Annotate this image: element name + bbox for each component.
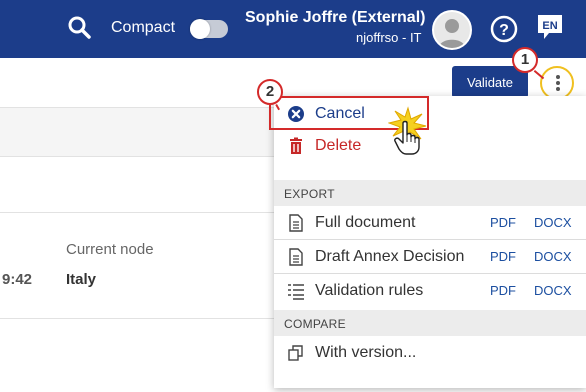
hand-pointer-icon — [394, 120, 420, 155]
user-silhouette-icon — [439, 19, 465, 48]
delete-label: Delete — [315, 137, 362, 154]
current-node-value: Italy — [66, 271, 97, 288]
menu-item-export[interactable]: Validation rules PDF DOCX — [274, 274, 586, 308]
pdf-link[interactable]: PDF — [490, 283, 516, 298]
compact-toggle[interactable] — [190, 19, 228, 39]
step-2-callout: 2 — [257, 79, 283, 105]
document-icon — [289, 248, 303, 266]
menu-item-export[interactable]: Full document PDF DOCX — [274, 206, 586, 240]
export-section-header: EXPORT — [274, 180, 586, 206]
more-dot — [556, 75, 560, 79]
language-code: EN — [542, 20, 557, 32]
export-item-label: Draft Annex Decision — [315, 248, 465, 265]
compact-label: Compact — [111, 19, 176, 36]
menu-item-export[interactable]: Draft Annex Decision PDF DOCX — [274, 240, 586, 274]
export-item-label: Full document — [315, 214, 416, 231]
docx-link[interactable]: DOCX — [534, 249, 572, 264]
compare-versions-icon — [288, 345, 303, 361]
svg-text:?: ? — [499, 22, 509, 39]
export-item-label: Validation rules — [315, 282, 424, 299]
more-actions-button[interactable] — [540, 66, 574, 100]
validate-button[interactable]: Validate — [452, 66, 528, 98]
actions-menu: Cancel Delete EXPORT Full document PDF D… — [274, 96, 586, 388]
more-dot — [556, 87, 560, 91]
user-name: Sophie Joffre (External) — [245, 9, 426, 26]
checklist-icon — [288, 284, 304, 300]
docx-link[interactable]: DOCX — [534, 215, 572, 230]
more-dot — [556, 81, 560, 85]
menu-item-with-version[interactable]: With version... — [274, 336, 586, 370]
docx-link[interactable]: DOCX — [534, 283, 572, 298]
menu-item-delete[interactable]: Delete — [274, 129, 586, 163]
compare-section-header: COMPARE — [274, 310, 586, 336]
time-value: 9:42 — [2, 271, 33, 288]
pdf-link[interactable]: PDF — [490, 215, 516, 230]
document-icon — [289, 214, 303, 232]
user-login: njoffrso - IT — [356, 30, 422, 45]
current-node-label: Current node — [66, 241, 154, 258]
step-1-callout: 1 — [512, 47, 538, 73]
language-button[interactable]: EN — [537, 14, 563, 40]
toggle-knob — [190, 19, 210, 39]
help-icon[interactable]: ? — [490, 15, 518, 43]
with-version-label: With version... — [315, 344, 417, 361]
search-icon[interactable] — [67, 14, 93, 42]
avatar[interactable] — [432, 10, 472, 50]
trash-icon — [290, 137, 302, 154]
pdf-link[interactable]: PDF — [490, 249, 516, 264]
top-header: Compact Sophie Joffre (External) njoffrs… — [0, 0, 586, 58]
